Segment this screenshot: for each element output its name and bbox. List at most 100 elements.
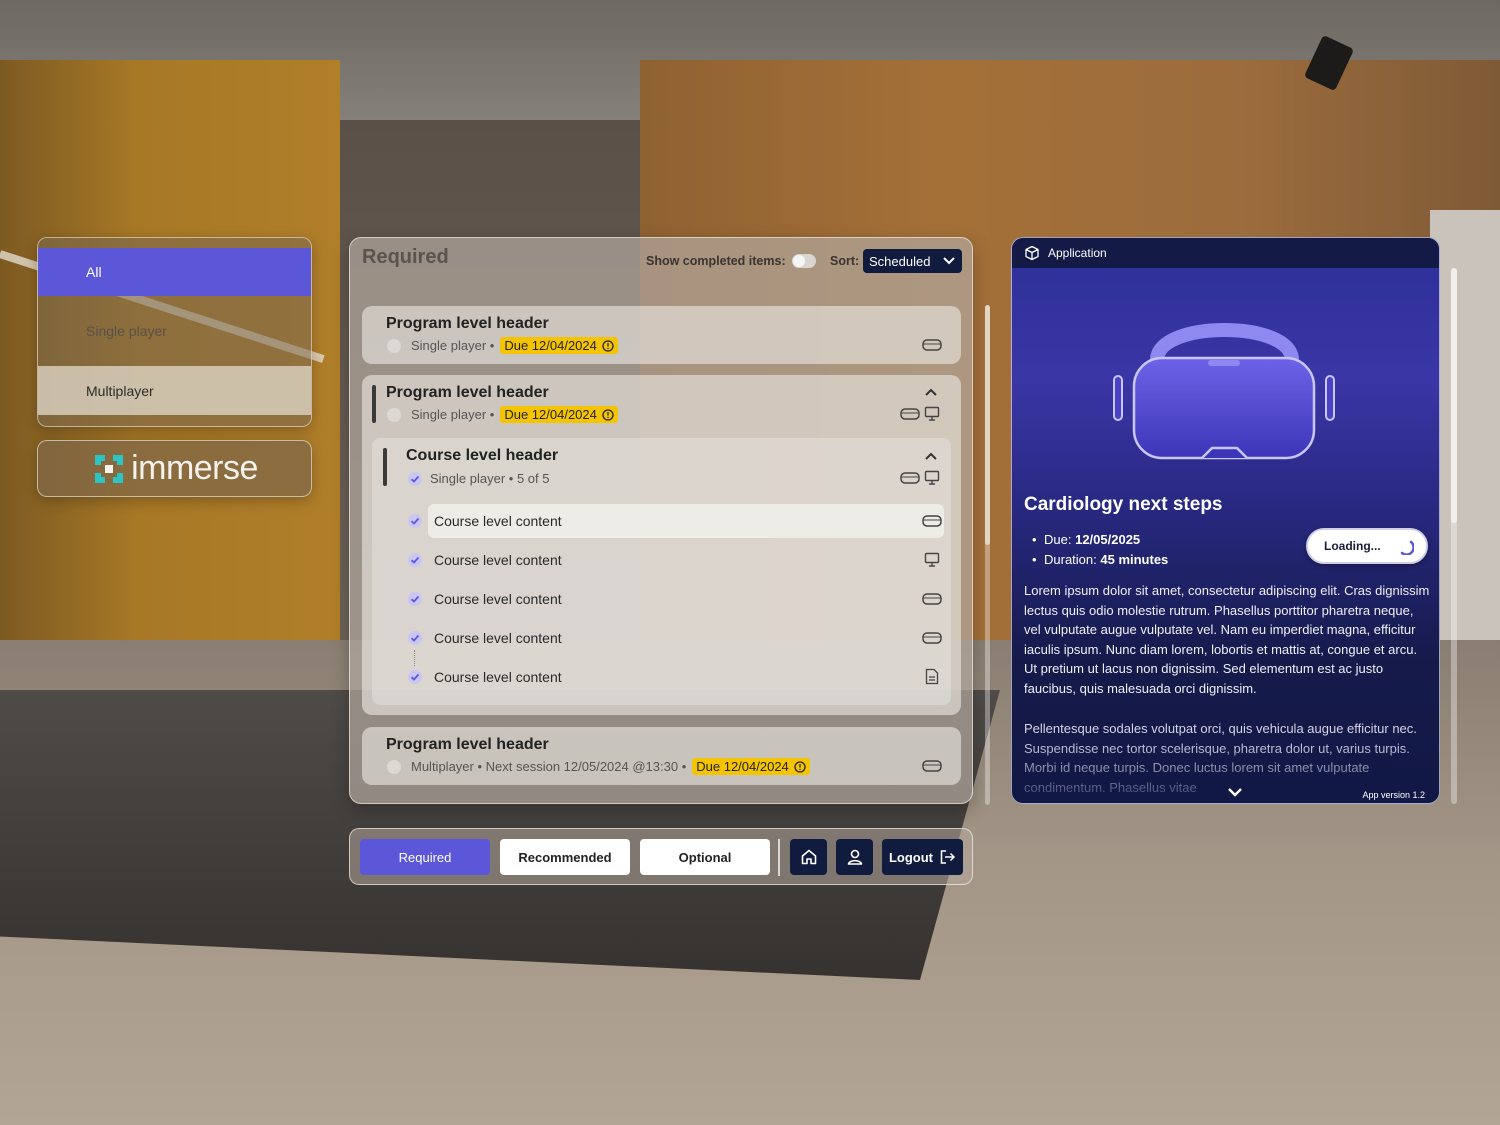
duration-label: Duration: <box>1044 552 1097 567</box>
vr-headset-icon <box>922 632 942 644</box>
profile-button[interactable] <box>836 839 873 875</box>
tab-optional[interactable]: Optional <box>640 839 770 875</box>
course-content-row[interactable]: Course level content <box>372 543 940 577</box>
app-version: App version 1.2 <box>1362 790 1425 800</box>
app-header-label: Application <box>1048 246 1107 260</box>
filter-all[interactable]: All <box>38 248 311 296</box>
status-radio[interactable] <box>387 407 401 422</box>
check-icon <box>408 670 422 684</box>
tab-recommended-label: Recommended <box>518 849 612 865</box>
course-container: Course level header Single player • 5 of… <box>372 438 951 705</box>
program-title: Program level header <box>386 384 549 401</box>
session-text: • Next session 12/05/2024 @13:30 • <box>477 759 687 774</box>
program-title: Program level header <box>386 315 549 332</box>
due-text: Due 12/04/2024 <box>504 407 597 422</box>
duration-value: 45 minutes <box>1100 552 1169 567</box>
course-content-label: Course level content <box>434 552 562 568</box>
course-content-row[interactable]: Course level content <box>372 621 942 655</box>
due-value: 12/05/2025 <box>1075 532 1141 547</box>
program-card[interactable]: Program level header Multiplayer • Next … <box>362 727 961 785</box>
logout-label: Logout <box>888 849 934 865</box>
sort-value: Scheduled <box>869 253 931 269</box>
mode-text: Single player <box>411 407 487 422</box>
due-badge: Due 12/04/2024 <box>500 406 618 423</box>
filter-single-label: Single player <box>86 323 167 339</box>
description-paragraph-1: Lorem ipsum dolor sit amet, consectetur … <box>1024 583 1430 696</box>
course-content-list: Course level content Course level conten… <box>372 438 951 705</box>
course-content-label-box: Course level content <box>428 582 944 616</box>
main-scrollbar[interactable] <box>985 305 990 805</box>
due-detail: Due: 12/05/2025 <box>1032 530 1168 550</box>
filter-multi-label: Multiplayer <box>86 382 154 399</box>
user-icon <box>847 849 862 865</box>
tab-optional-label: Optional <box>678 849 732 865</box>
show-completed-toggle[interactable] <box>791 254 816 268</box>
vr-headset-icon <box>922 760 942 772</box>
due-label: Due: <box>1044 532 1072 547</box>
mode-text: Multiplayer <box>411 759 474 774</box>
tab-required-label: Required <box>398 849 452 865</box>
loading-label: Loading... <box>1324 539 1381 553</box>
app-scrollbar[interactable] <box>1451 268 1457 804</box>
filter-panel: All Single player Multiplayer <box>37 237 312 427</box>
check-icon <box>408 592 422 606</box>
active-indicator <box>372 385 376 423</box>
status-radio[interactable] <box>387 338 401 353</box>
clock-icon <box>602 408 614 421</box>
course-content-label: Course level content <box>434 669 562 685</box>
course-content-row[interactable]: Course level content <box>372 660 939 694</box>
launch-loading-button[interactable]: Loading... <box>1306 528 1428 564</box>
clock-icon <box>602 339 614 352</box>
vr-headset-icon <box>922 593 942 605</box>
vr-headset-icon <box>922 515 942 527</box>
app-scrollbar-thumb[interactable] <box>1451 268 1457 523</box>
vr-headset-icon <box>922 339 942 351</box>
vr-headset-icon <box>900 408 920 420</box>
show-completed-label: Show completed items: <box>646 254 786 268</box>
separator: • <box>489 407 495 422</box>
program-meta: Multiplayer • Next session 12/05/2024 @1… <box>387 758 810 775</box>
logo-panel: immerse <box>37 440 312 497</box>
tab-required[interactable]: Required <box>360 839 490 875</box>
chevron-up-icon[interactable] <box>924 387 938 397</box>
panel-title: Required <box>362 246 449 268</box>
course-content-row[interactable]: Course level content <box>372 582 942 616</box>
sort-select[interactable]: Scheduled <box>863 249 962 273</box>
desktop-icon <box>924 406 940 421</box>
separator: • <box>489 338 495 353</box>
status-radio[interactable] <box>387 759 401 774</box>
due-badge: Due 12/04/2024 <box>692 758 810 775</box>
main-panel: Required Show completed items: Sort: Sch… <box>349 237 973 804</box>
show-completed-control: Show completed items: <box>646 254 816 268</box>
program-card-expanded[interactable]: Program level header Single player • Due… <box>362 375 961 715</box>
clock-icon <box>794 760 806 773</box>
course-content-row[interactable]: Course level content <box>372 504 944 538</box>
due-text: Due 12/04/2024 <box>696 759 789 774</box>
immerse-logo-icon <box>95 454 124 483</box>
logout-button[interactable]: Logout <box>882 839 963 875</box>
vr-headset-illustration <box>1113 323 1335 460</box>
course-content-label: Course level content <box>434 513 562 529</box>
filter-all-label: All <box>86 264 102 280</box>
app-header: Application <box>1012 238 1439 268</box>
mode-text: Single player <box>411 338 487 353</box>
program-card[interactable]: Program level header Single player • Due… <box>362 306 961 364</box>
check-icon <box>408 514 422 528</box>
check-icon <box>408 631 422 645</box>
logo-text: immerse <box>131 449 258 487</box>
chevron-down-icon[interactable] <box>1226 786 1244 798</box>
bottom-tab-bar: Required Recommended Optional Logout <box>349 828 973 885</box>
home-button[interactable] <box>790 839 827 875</box>
sort-label: Sort: <box>830 254 860 268</box>
filter-single-player[interactable]: Single player <box>38 296 311 366</box>
due-text: Due 12/04/2024 <box>504 338 597 353</box>
due-badge: Due 12/04/2024 <box>500 337 618 354</box>
chevron-down-icon <box>943 257 955 265</box>
filter-multiplayer[interactable]: Multiplayer <box>38 366 311 415</box>
document-icon <box>925 668 939 685</box>
main-scrollbar-thumb[interactable] <box>985 305 990 545</box>
desktop-icon <box>924 552 940 567</box>
app-details-list: Due: 12/05/2025 Duration: 45 minutes <box>1032 530 1168 570</box>
program-meta: Single player • Due 12/04/2024 <box>387 406 618 423</box>
tab-recommended[interactable]: Recommended <box>500 839 630 875</box>
